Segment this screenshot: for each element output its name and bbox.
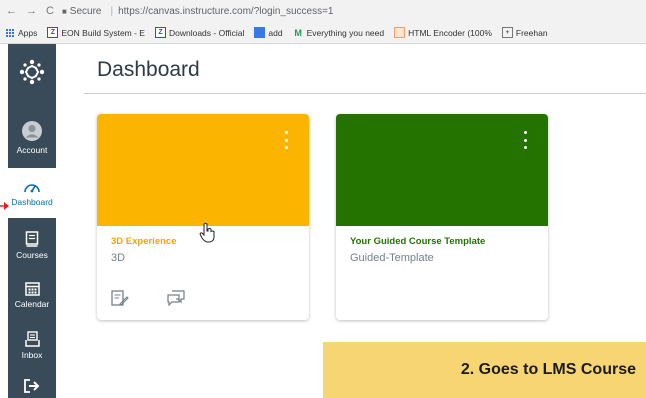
sidebar-item-label: Calendar bbox=[14, 299, 50, 309]
blue-square-icon bbox=[254, 27, 266, 38]
browser-nav: ← → C bbox=[6, 5, 54, 17]
dashboard-icon bbox=[24, 183, 40, 192]
code-icon bbox=[394, 27, 406, 38]
bookmark-everything[interactable]: M Everything you need bbox=[293, 27, 385, 38]
global-nav-sidebar: Account Dashboard Courses Calendar Inbox bbox=[8, 44, 56, 398]
sidebar-item-label: Account bbox=[16, 144, 48, 155]
course-card-guided-template[interactable]: Your Guided Course Template Guided-Templ… bbox=[336, 114, 548, 320]
hand-cursor-icon bbox=[199, 223, 215, 243]
forward-icon[interactable]: → bbox=[26, 5, 37, 17]
bookmark-apps[interactable]: Apps bbox=[6, 28, 37, 38]
course-card-3d-experience[interactable]: 3D Experience 3D bbox=[97, 114, 309, 320]
bookmark-label: Everything you need bbox=[306, 27, 385, 38]
bookmarks-bar: Apps Z EON Build System - E Z Downloads … bbox=[0, 22, 646, 44]
courses-icon bbox=[25, 230, 39, 247]
screen: ← → C ■ Secure | https://canvas.instruct… bbox=[0, 0, 646, 398]
canvas-logo-icon[interactable] bbox=[8, 52, 56, 92]
sidebar-item-dashboard[interactable]: Dashboard bbox=[8, 168, 56, 218]
logout-icon bbox=[24, 379, 40, 393]
url-separator: | bbox=[110, 5, 114, 17]
sidebar-item-label: Dashboard bbox=[11, 196, 53, 207]
z-icon: Z bbox=[154, 27, 166, 38]
page-title: Dashboard bbox=[97, 58, 200, 81]
sidebar-item-logout[interactable] bbox=[8, 374, 56, 398]
discussions-icon[interactable] bbox=[167, 290, 185, 306]
address-bar[interactable]: ← → C ■ Secure | https://canvas.instruct… bbox=[0, 0, 646, 22]
callout-text: 2. Goes to LMS Course bbox=[460, 361, 636, 378]
bookmark-add[interactable]: add bbox=[254, 27, 283, 38]
back-icon[interactable]: ← bbox=[6, 5, 17, 17]
sidebar-item-inbox[interactable]: Inbox bbox=[8, 320, 56, 370]
url-text[interactable]: https://canvas.instructure.com/?login_su… bbox=[118, 6, 333, 17]
reload-icon[interactable]: C bbox=[46, 5, 54, 17]
card-actions bbox=[111, 290, 185, 306]
apps-grid-icon bbox=[6, 28, 14, 37]
header-divider bbox=[84, 93, 646, 94]
course-code: Guided-Template bbox=[350, 252, 434, 264]
bookmark-freehand[interactable]: + Freehan bbox=[501, 27, 548, 38]
bookmark-label: add bbox=[268, 27, 283, 38]
card-hero[interactable] bbox=[336, 114, 548, 226]
bookmark-label: EON Build System - E bbox=[61, 27, 145, 38]
bookmark-eon-build[interactable]: Z EON Build System - E bbox=[47, 27, 145, 38]
course-name[interactable]: Your Guided Course Template bbox=[350, 236, 485, 247]
account-icon bbox=[22, 120, 42, 141]
sidebar-item-calendar[interactable]: Calendar bbox=[8, 270, 56, 320]
sidebar-item-account[interactable]: Account bbox=[8, 112, 56, 162]
bookmark-label: Downloads - Official bbox=[168, 27, 245, 38]
m-icon: M bbox=[294, 27, 302, 38]
annotation-callout: 2. Goes to LMS Course bbox=[323, 342, 646, 398]
card-hero[interactable] bbox=[97, 114, 309, 226]
inbox-icon bbox=[24, 330, 40, 347]
course-name[interactable]: 3D Experience bbox=[111, 236, 176, 247]
sidebar-item-label: Inbox bbox=[21, 349, 43, 360]
card-options-icon[interactable] bbox=[284, 131, 288, 149]
secure-label: Secure bbox=[69, 5, 102, 17]
bookmark-label: Apps bbox=[18, 27, 38, 38]
red-arrow-icon bbox=[0, 202, 9, 210]
assignments-icon[interactable] bbox=[111, 290, 129, 306]
bookmark-label: HTML Encoder (100% bbox=[408, 27, 492, 38]
z-icon: Z bbox=[47, 27, 59, 38]
bookmark-label: Freehan bbox=[515, 27, 548, 38]
sidebar-item-courses[interactable]: Courses bbox=[8, 220, 56, 270]
calendar-icon bbox=[24, 282, 40, 296]
bookmark-downloads[interactable]: Z Downloads - Official bbox=[154, 27, 245, 38]
bookmark-html-encoder[interactable]: HTML Encoder (100% bbox=[394, 27, 492, 38]
lock-icon: ■ bbox=[61, 6, 67, 16]
sidebar-item-label: Courses bbox=[16, 249, 48, 260]
course-code: 3D bbox=[111, 252, 126, 264]
card-options-icon[interactable] bbox=[523, 131, 527, 149]
image-icon: + bbox=[501, 27, 513, 38]
